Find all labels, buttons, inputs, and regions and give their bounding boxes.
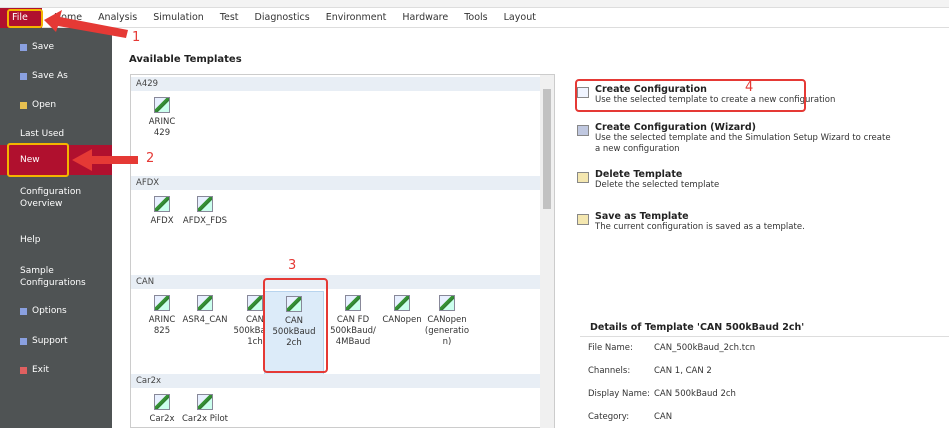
annotation-1: 1: [132, 30, 141, 45]
annotation-4: 4: [745, 80, 754, 95]
arrow-1: [44, 10, 128, 38]
arrow-2: [72, 149, 138, 171]
annotation-3: 3: [288, 258, 297, 273]
annotation-2: 2: [146, 151, 155, 166]
annotation-arrows: [44, 10, 138, 171]
